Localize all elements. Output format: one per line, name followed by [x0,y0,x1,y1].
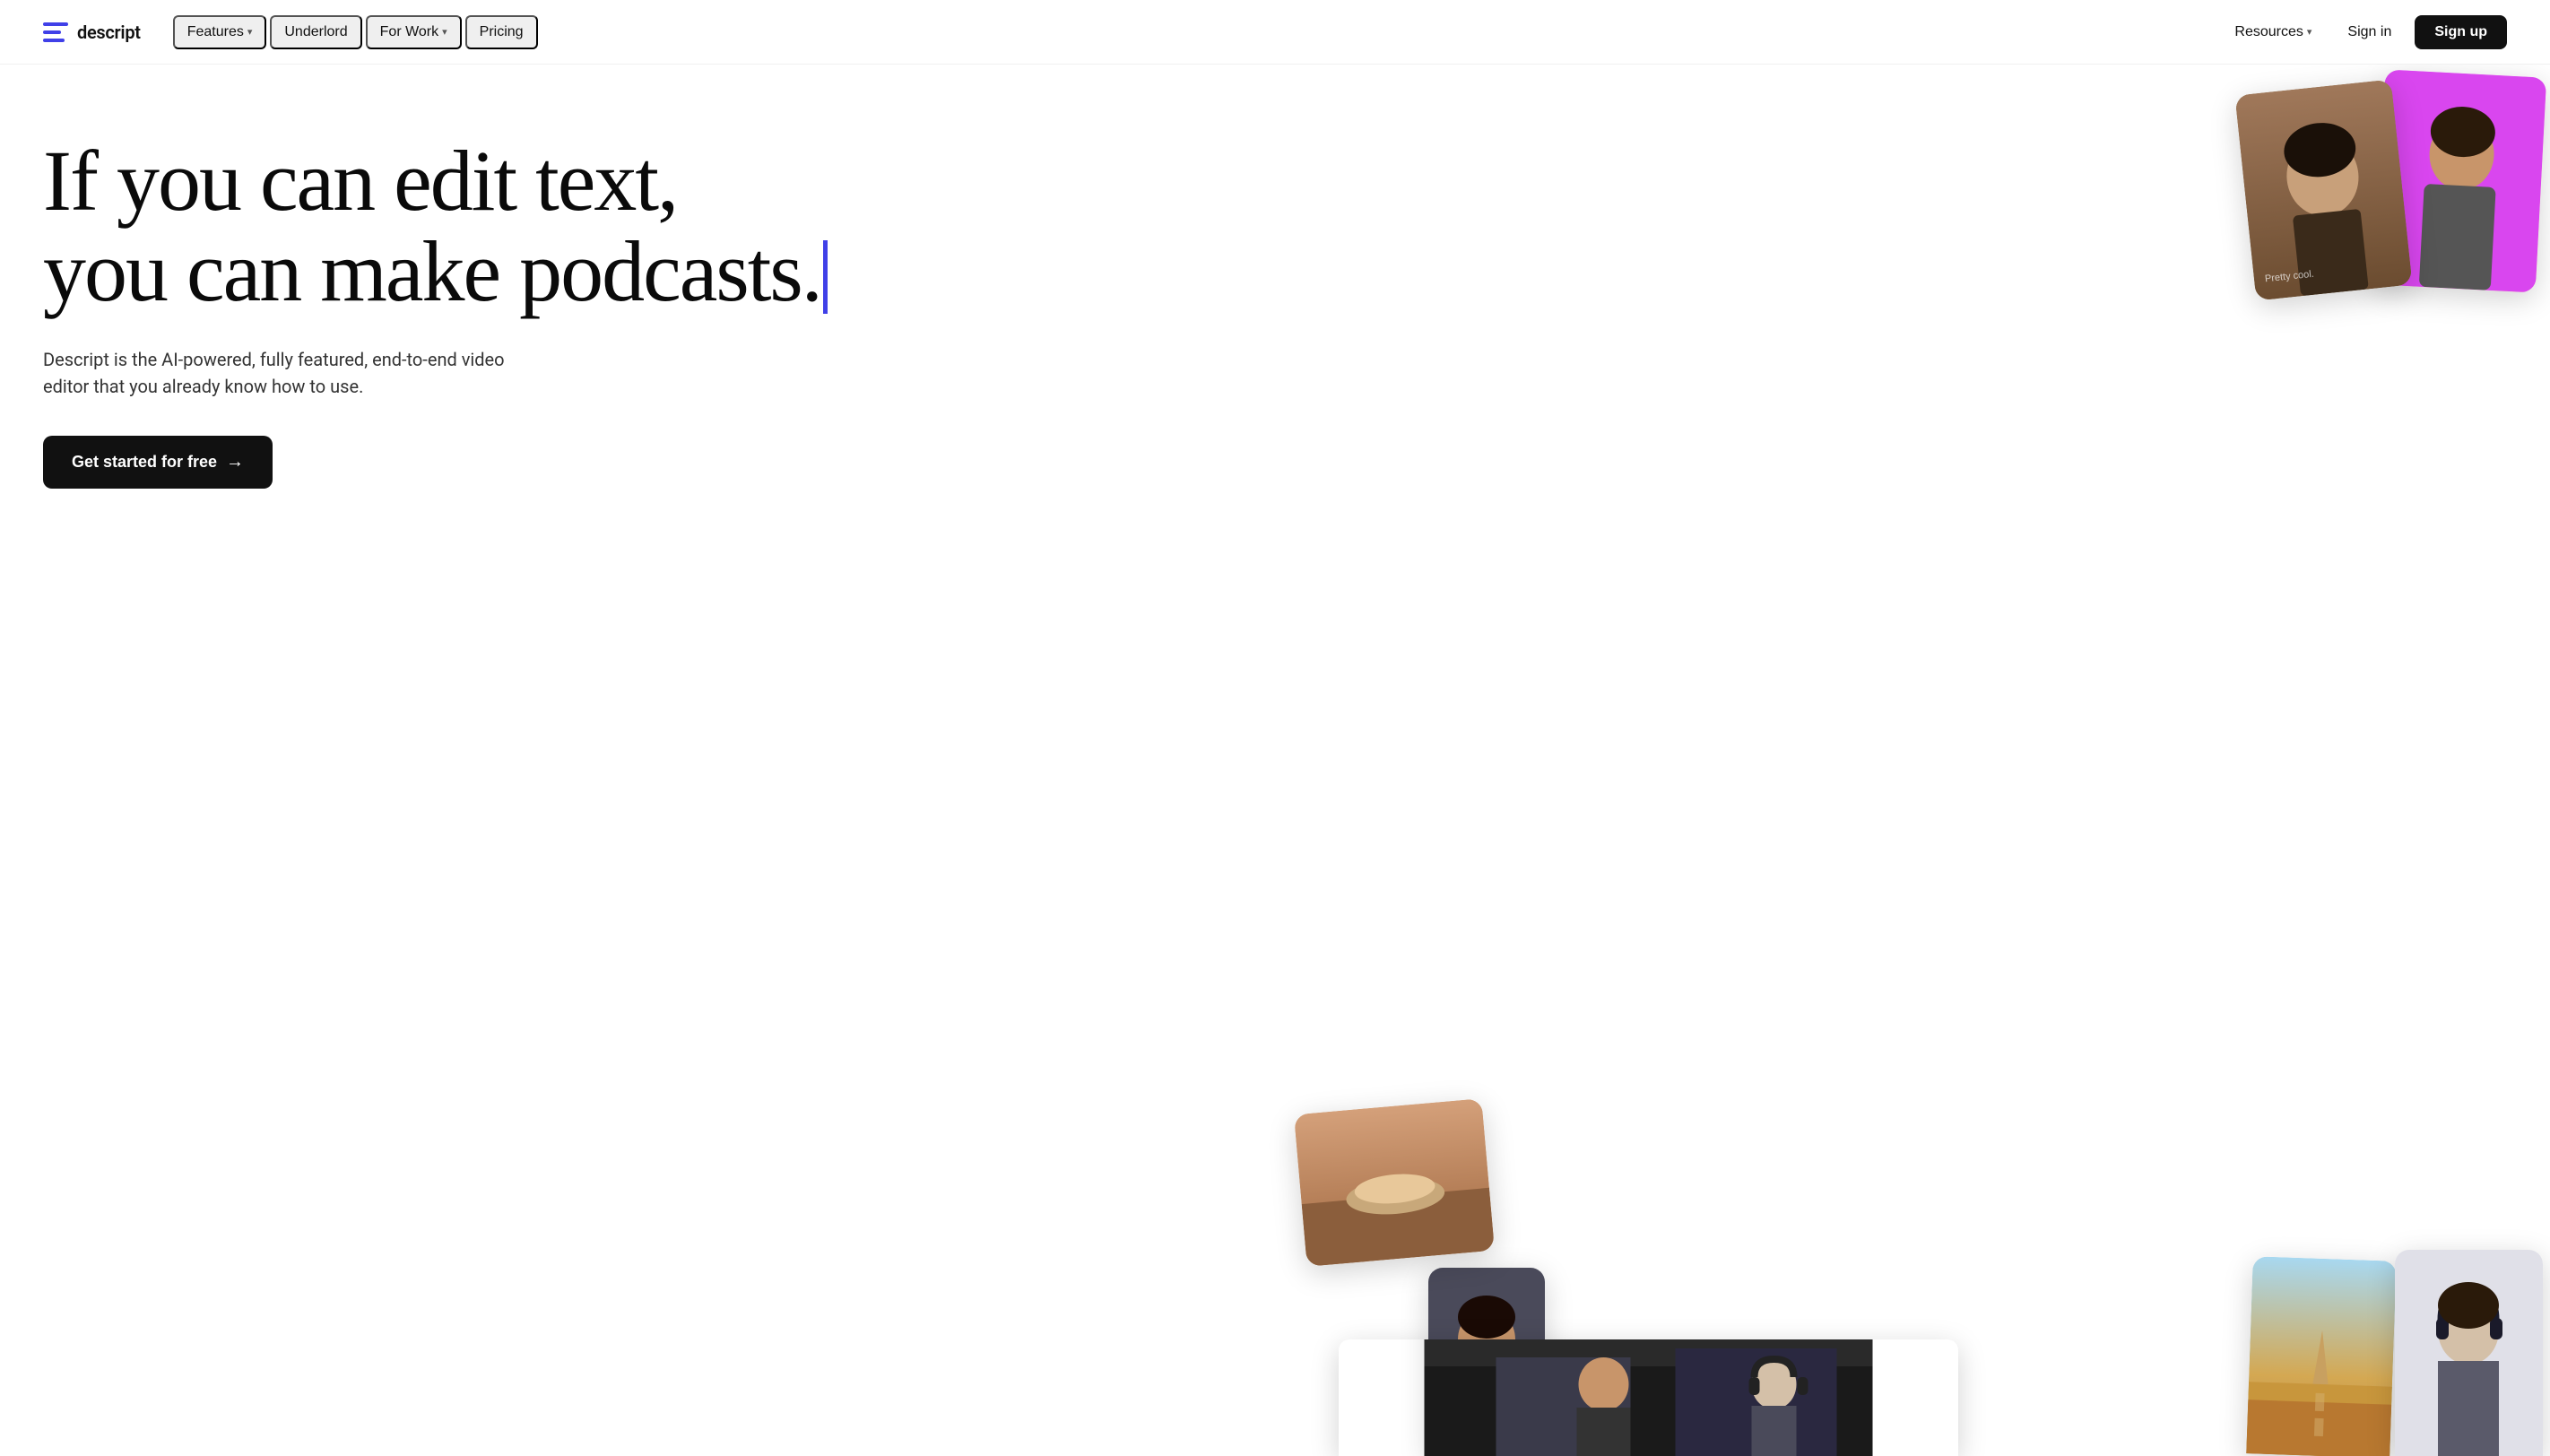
hero-image-person-tan: Pretty cool. [2234,79,2412,300]
hero-section: If you can edit text, you can make podca… [0,65,2550,1456]
for-work-chevron-icon: ▾ [442,26,447,38]
nav-underlord[interactable]: Underlord [270,15,361,49]
hero-image-headphones [2395,1250,2543,1456]
nav-right: Resources ▾ Sign in Sign up [2222,15,2507,49]
hero-image-person-glasses [1428,1268,1545,1456]
features-chevron-icon: ▾ [247,26,253,38]
desert-image [2246,1256,2397,1456]
nav-left: descript Features ▾ Underlord For Work ▾… [43,15,538,49]
nav-features[interactable]: Features ▾ [173,15,267,49]
signup-button[interactable]: Sign up [2415,15,2507,49]
cta-button[interactable]: Get started for free → [43,436,273,489]
text-cursor [823,240,828,314]
person-glasses-image [1428,1268,1545,1456]
nav-for-work[interactable]: For Work ▾ [366,15,462,49]
nav-pricing[interactable]: Pricing [465,15,538,49]
nav-links: Features ▾ Underlord For Work ▾ Pricing [173,15,538,49]
hero-image-food [1294,1098,1495,1267]
food-image [1294,1098,1495,1267]
hero-subtext: Descript is the AI-powered, fully featur… [43,346,509,400]
logo[interactable]: descript [43,22,141,43]
hero-content: If you can edit text, you can make podca… [43,136,1398,489]
nav-resources[interactable]: Resources ▾ [2222,17,2324,48]
resources-chevron-icon: ▾ [2307,26,2312,38]
video-frame-image [1339,1339,1958,1456]
hero-image-video-frame [1339,1339,1958,1456]
navbar: descript Features ▾ Underlord For Work ▾… [0,0,2550,65]
hero-headline: If you can edit text, you can make podca… [43,136,1398,317]
person-pink-bg-image [2374,69,2546,292]
signin-button[interactable]: Sign in [2331,17,2407,48]
headphones-image [2395,1250,2543,1456]
descript-logo-icon [43,22,68,42]
hero-images: Pretty cool. [1275,65,2550,1456]
svg-text:Pretty cool.: Pretty cool. [2264,269,2314,285]
hero-image-person-pink [2374,69,2546,292]
hero-image-desert [2246,1256,2397,1456]
cta-arrow-icon: → [226,452,244,472]
logo-text: descript [77,22,141,43]
person-tan-image: Pretty cool. [2234,79,2412,300]
